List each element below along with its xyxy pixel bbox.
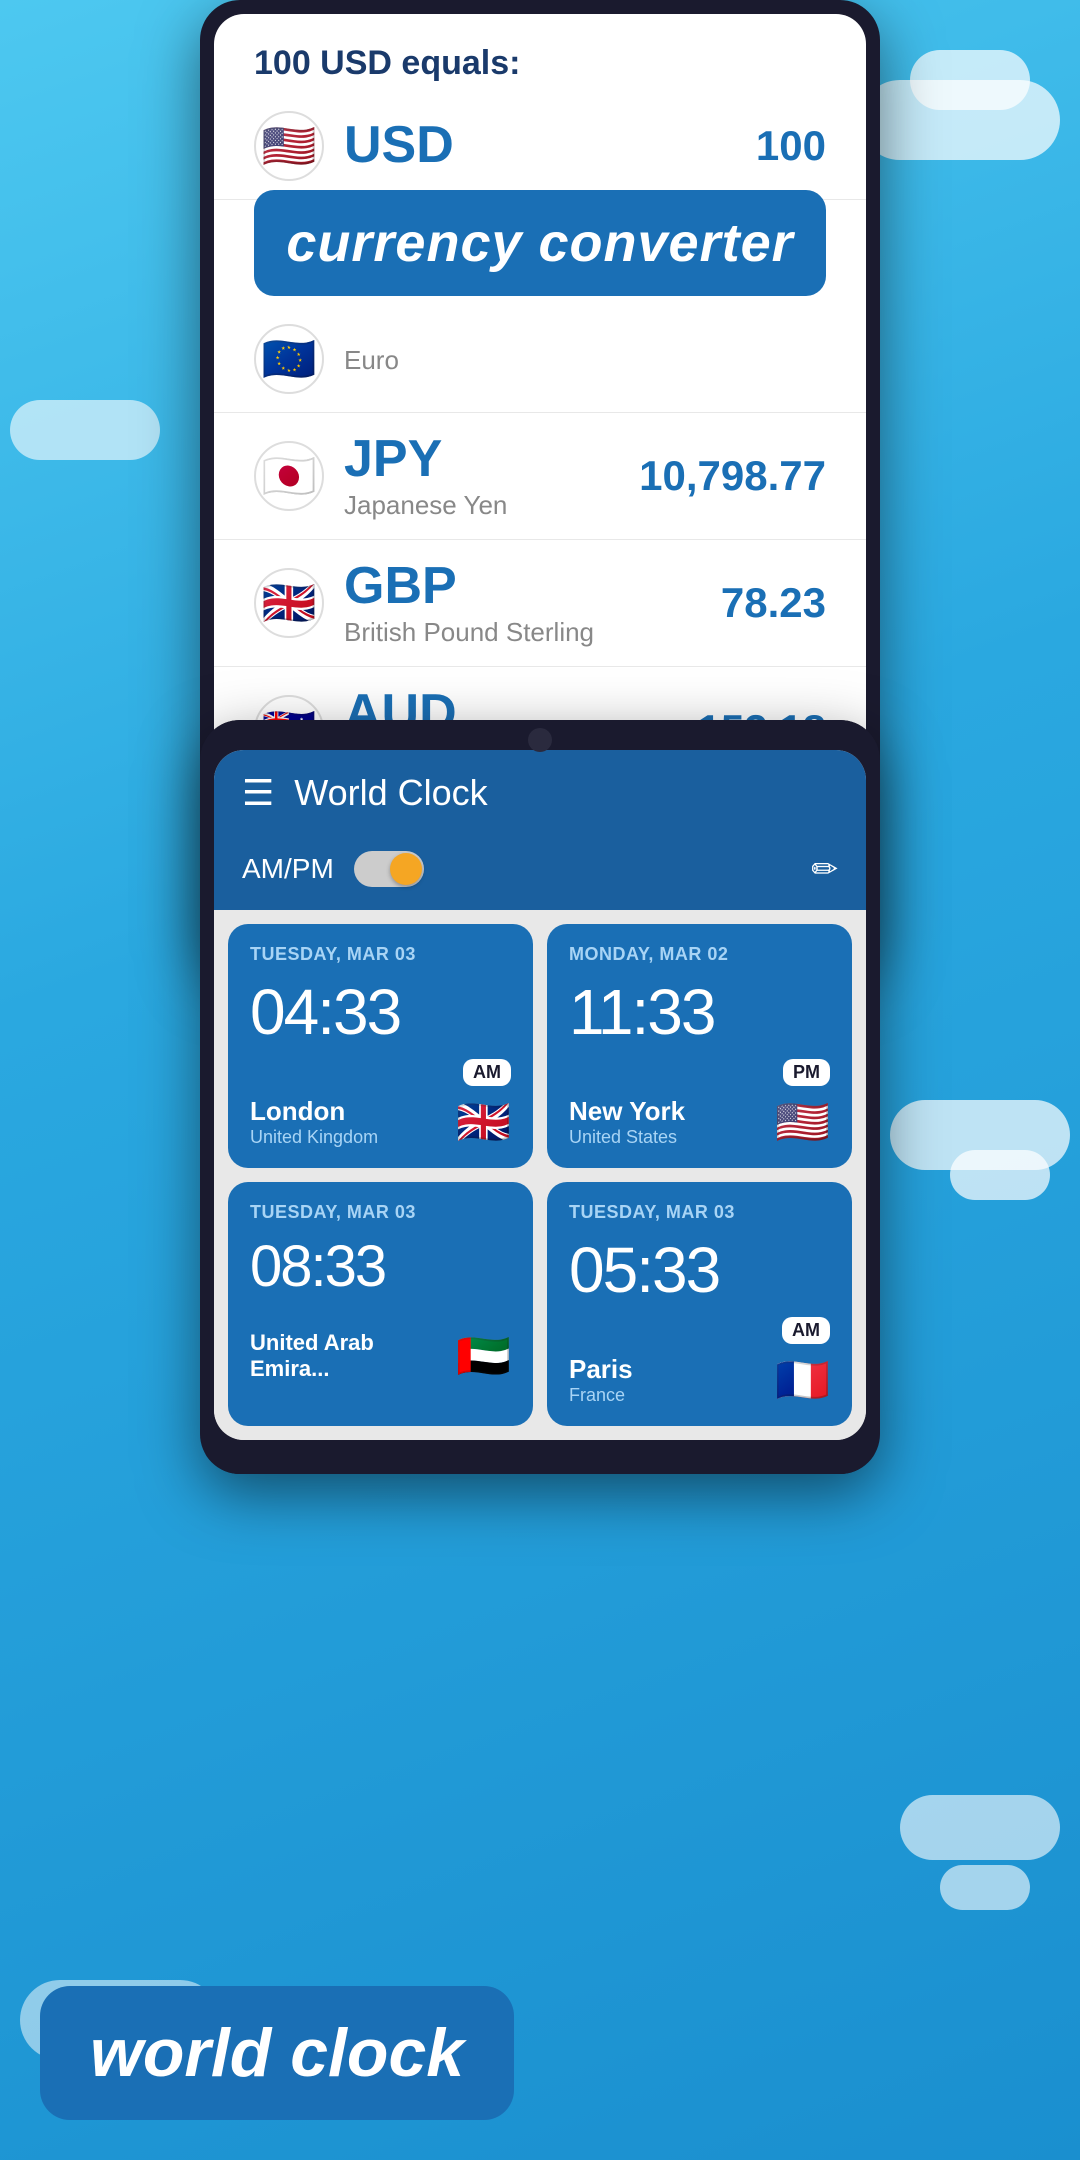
london-date: TUESDAY, MAR 03 bbox=[250, 944, 511, 965]
paris-city: Paris bbox=[569, 1354, 633, 1385]
london-flag: 🇬🇧 bbox=[456, 1096, 511, 1148]
currency-banner-text: currency converter bbox=[286, 212, 793, 274]
world-clock-label-banner: world clock bbox=[40, 1986, 514, 2120]
newyork-flag: 🇺🇸 bbox=[775, 1096, 830, 1148]
usd-value: 100 bbox=[756, 122, 826, 170]
world-clock-screen: ☰ World Clock AM/PM ✏ TUESDAY, MAR 03 04… bbox=[214, 750, 866, 1440]
jpy-code: JPY bbox=[344, 431, 639, 488]
clock-card-uae[interactable]: TUESDAY, MAR 03 08:33 United Arab Emira.… bbox=[228, 1182, 533, 1426]
london-footer: London United Kingdom 🇬🇧 bbox=[250, 1096, 511, 1148]
world-clock-toolbar: AM/PM ✏ bbox=[214, 836, 866, 910]
ampm-label: AM/PM bbox=[242, 853, 334, 885]
usd-code: USD bbox=[344, 117, 756, 174]
london-country: United Kingdom bbox=[250, 1127, 378, 1148]
clock-card-london[interactable]: TUESDAY, MAR 03 04:33 AM London United K… bbox=[228, 924, 533, 1168]
newyork-footer: New York United States 🇺🇸 bbox=[569, 1096, 830, 1148]
uae-footer: United Arab Emira... 🇦🇪 bbox=[250, 1330, 511, 1382]
newyork-date: MONDAY, MAR 02 bbox=[569, 944, 830, 965]
paris-footer: Paris France 🇫🇷 bbox=[569, 1354, 830, 1406]
paris-period: AM bbox=[782, 1317, 830, 1344]
currency-row-eur[interactable]: 🇪🇺 Euro bbox=[214, 306, 866, 413]
paris-country: France bbox=[569, 1385, 633, 1406]
currency-row-gbp[interactable]: 🇬🇧 GBP British Pound Sterling 78.23 bbox=[214, 540, 866, 667]
newyork-country: United States bbox=[569, 1127, 685, 1148]
toggle-thumb bbox=[390, 853, 422, 885]
paris-time: 05:33 bbox=[569, 1233, 830, 1307]
uae-flag: 🇦🇪 bbox=[456, 1330, 511, 1382]
jpy-name: Japanese Yen bbox=[344, 490, 639, 521]
gbp-flag: 🇬🇧 bbox=[254, 568, 324, 638]
ampm-toggle[interactable] bbox=[354, 851, 424, 887]
edit-icon[interactable]: ✏ bbox=[811, 850, 838, 888]
world-clock-phone: ☰ World Clock AM/PM ✏ TUESDAY, MAR 03 04… bbox=[200, 720, 880, 1474]
clock-card-newyork[interactable]: MONDAY, MAR 02 11:33 PM New York United … bbox=[547, 924, 852, 1168]
world-clock-header: ☰ World Clock bbox=[214, 750, 866, 836]
paris-date: TUESDAY, MAR 03 bbox=[569, 1202, 830, 1223]
eur-info: Euro bbox=[324, 343, 826, 376]
phone-notch bbox=[200, 720, 880, 750]
jpy-flag: 🇯🇵 bbox=[254, 441, 324, 511]
uae-date: TUESDAY, MAR 03 bbox=[250, 1202, 511, 1223]
menu-icon[interactable]: ☰ bbox=[242, 772, 274, 814]
newyork-period: PM bbox=[783, 1059, 830, 1086]
gbp-name: British Pound Sterling bbox=[344, 617, 721, 648]
currency-row-usd[interactable]: 🇺🇸 USD 100 bbox=[214, 93, 866, 200]
world-clock-label-text: world clock bbox=[90, 2015, 464, 2091]
gbp-value: 78.23 bbox=[721, 579, 826, 627]
london-city: London bbox=[250, 1096, 378, 1127]
newyork-time: 11:33 bbox=[569, 975, 830, 1049]
notch-camera bbox=[528, 728, 552, 752]
world-clock-title: World Clock bbox=[294, 772, 838, 814]
london-time: 04:33 bbox=[250, 975, 511, 1049]
usd-flag: 🇺🇸 bbox=[254, 111, 324, 181]
jpy-value: 10,798.77 bbox=[639, 452, 826, 500]
clocks-grid: TUESDAY, MAR 03 04:33 AM London United K… bbox=[214, 910, 866, 1440]
eur-name: Euro bbox=[344, 345, 826, 376]
eur-flag: 🇪🇺 bbox=[254, 324, 324, 394]
clock-card-paris[interactable]: TUESDAY, MAR 03 05:33 AM Paris France 🇫🇷 bbox=[547, 1182, 852, 1426]
usd-info: USD bbox=[324, 117, 756, 174]
paris-flag: 🇫🇷 bbox=[775, 1354, 830, 1406]
jpy-info: JPY Japanese Yen bbox=[324, 431, 639, 521]
gbp-info: GBP British Pound Sterling bbox=[324, 558, 721, 648]
uae-time: 08:33 bbox=[250, 1233, 511, 1300]
london-period: AM bbox=[463, 1059, 511, 1086]
gbp-code: GBP bbox=[344, 558, 721, 615]
currency-row-jpy[interactable]: 🇯🇵 JPY Japanese Yen 10,798.77 bbox=[214, 413, 866, 540]
equals-text: 100 USD equals: bbox=[214, 14, 866, 93]
currency-banner: currency converter bbox=[254, 190, 826, 296]
newyork-city: New York bbox=[569, 1096, 685, 1127]
uae-city: United Arab Emira... bbox=[250, 1330, 456, 1382]
